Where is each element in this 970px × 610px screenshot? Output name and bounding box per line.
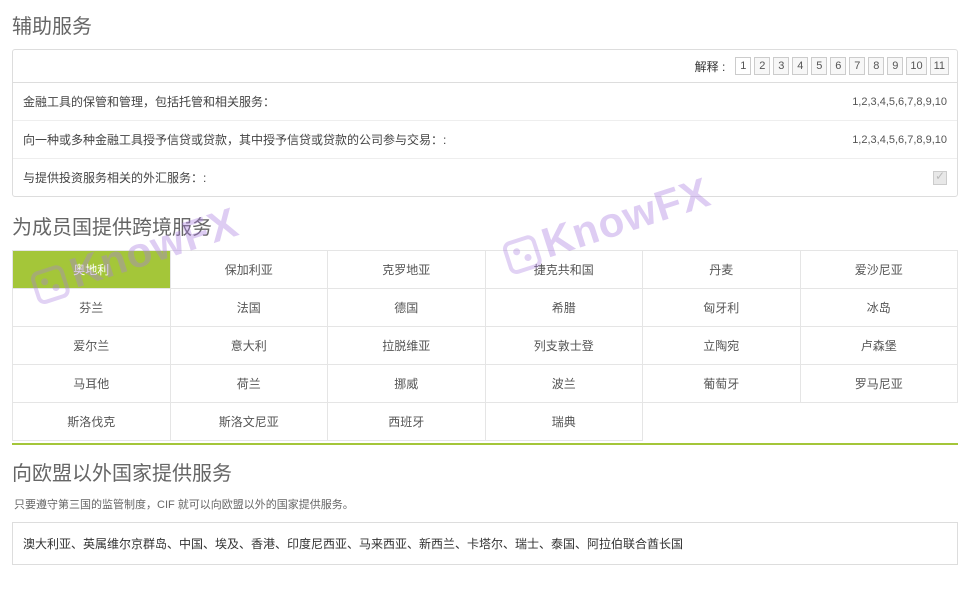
country-cell[interactable]: 斯洛伐克: [13, 403, 171, 441]
aux-row-label: 金融工具的保管和管理，包括托管和相关服务：: [23, 93, 275, 110]
country-cell[interactable]: 保加利亚: [170, 251, 328, 289]
country-cell[interactable]: 马耳他: [13, 365, 171, 403]
page-2[interactable]: 2: [754, 57, 770, 75]
aux-row: 向一种或多种金融工具授予信贷或贷款，其中授予信贷或贷款的公司参与交易：: 1,2,…: [13, 121, 957, 159]
page-10[interactable]: 10: [906, 57, 926, 75]
outside-eu-title: 向欧盟以外国家提供服务: [12, 457, 958, 486]
page-3[interactable]: 3: [773, 57, 789, 75]
country-cell[interactable]: 芬兰: [13, 289, 171, 327]
pager-numbers: 1234567891011: [735, 57, 949, 75]
empty-cell: [643, 403, 801, 441]
country-cell[interactable]: 希腊: [485, 289, 643, 327]
country-cell[interactable]: 挪威: [328, 365, 486, 403]
aux-services-panel: 解释 : 1234567891011 金融工具的保管和管理，包括托管和相关服务：…: [12, 49, 958, 197]
country-cell[interactable]: 德国: [328, 289, 486, 327]
country-cell[interactable]: 匈牙利: [643, 289, 801, 327]
aux-row-value: 1,2,3,4,5,6,7,8,9,10: [852, 96, 947, 108]
checkbox-icon: [933, 171, 947, 185]
aux-row-value: 1,2,3,4,5,6,7,8,9,10: [852, 134, 947, 146]
aux-services-title: 辅助服务: [12, 10, 958, 39]
country-cell[interactable]: 荷兰: [170, 365, 328, 403]
country-cell[interactable]: 列支敦士登: [485, 327, 643, 365]
country-cell[interactable]: 冰岛: [800, 289, 958, 327]
country-cell[interactable]: 爱沙尼亚: [800, 251, 958, 289]
country-cell[interactable]: 卢森堡: [800, 327, 958, 365]
page-1[interactable]: 1: [735, 57, 751, 75]
outside-eu-countries: 澳大利亚、英属维尔京群岛、中国、埃及、香港、印度尼西亚、马来西亚、新西兰、卡塔尔…: [12, 522, 958, 565]
pager-label: 解释 :: [695, 58, 726, 75]
cross-border-title: 为成员国提供跨境服务: [12, 211, 958, 240]
country-cell[interactable]: 法国: [170, 289, 328, 327]
country-cell[interactable]: 奥地利: [13, 251, 171, 289]
country-cell[interactable]: 意大利: [170, 327, 328, 365]
aux-row: 与提供投资服务相关的外汇服务：:: [13, 159, 957, 196]
aux-row-label: 向一种或多种金融工具授予信贷或贷款，其中授予信贷或贷款的公司参与交易：:: [23, 131, 446, 148]
country-cell[interactable]: 罗马尼亚: [800, 365, 958, 403]
outside-eu-desc: 只要遵守第三国的监管制度，CIF 就可以向欧盟以外的国家提供服务。: [14, 496, 958, 512]
green-divider: [12, 443, 958, 445]
empty-cell: [800, 403, 958, 441]
country-cell[interactable]: 斯洛文尼亚: [170, 403, 328, 441]
country-cell[interactable]: 拉脱维亚: [328, 327, 486, 365]
aux-row-label: 与提供投资服务相关的外汇服务：:: [23, 169, 206, 186]
country-cell[interactable]: 波兰: [485, 365, 643, 403]
country-cell[interactable]: 葡萄牙: [643, 365, 801, 403]
country-cell[interactable]: 爱尔兰: [13, 327, 171, 365]
country-cell[interactable]: 克罗地亚: [328, 251, 486, 289]
country-cell[interactable]: 丹麦: [643, 251, 801, 289]
page-6[interactable]: 6: [830, 57, 846, 75]
countries-grid: 奥地利保加利亚克罗地亚捷克共和国丹麦爱沙尼亚芬兰法国德国希腊匈牙利冰岛爱尔兰意大…: [12, 250, 958, 441]
page-8[interactable]: 8: [868, 57, 884, 75]
aux-row: 金融工具的保管和管理，包括托管和相关服务： 1,2,3,4,5,6,7,8,9,1…: [13, 83, 957, 121]
country-cell[interactable]: 西班牙: [328, 403, 486, 441]
page-7[interactable]: 7: [849, 57, 865, 75]
country-cell[interactable]: 瑞典: [485, 403, 643, 441]
aux-pager: 解释 : 1234567891011: [13, 50, 957, 83]
page-9[interactable]: 9: [887, 57, 903, 75]
page-4[interactable]: 4: [792, 57, 808, 75]
page-11[interactable]: 11: [930, 57, 949, 75]
country-cell[interactable]: 捷克共和国: [485, 251, 643, 289]
country-cell[interactable]: 立陶宛: [643, 327, 801, 365]
page-5[interactable]: 5: [811, 57, 827, 75]
